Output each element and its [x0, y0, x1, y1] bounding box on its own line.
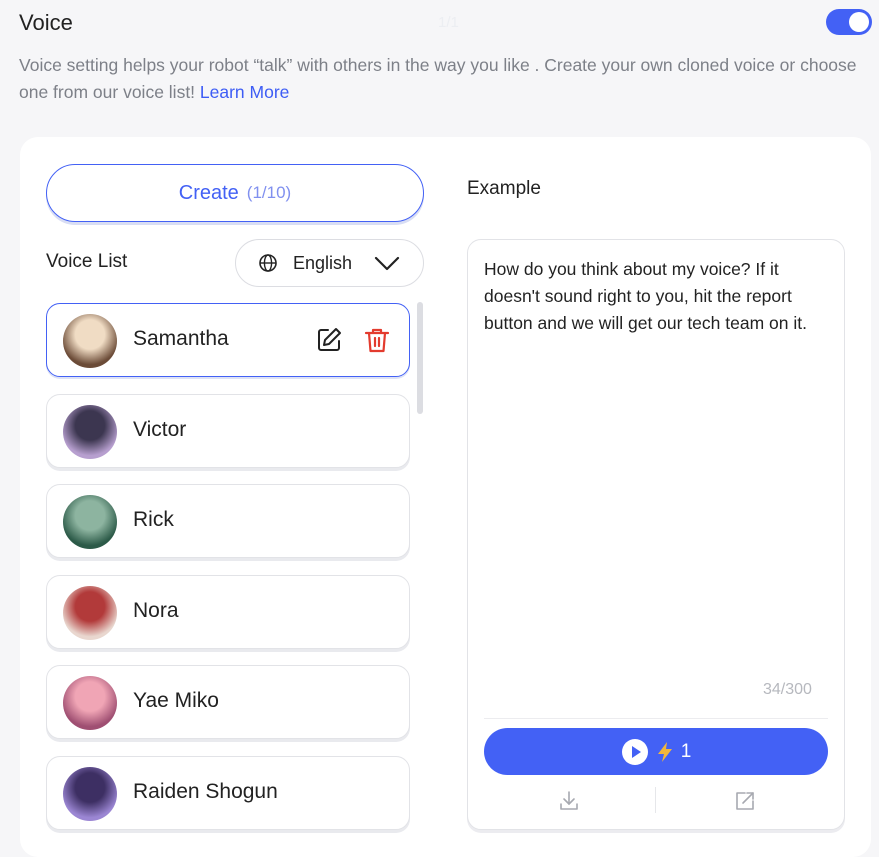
voice-item[interactable]: Yae Miko	[46, 665, 410, 739]
description-text: Voice setting helps your robot “talk” wi…	[19, 55, 857, 102]
avatar	[63, 314, 117, 368]
voice-enabled-toggle[interactable]	[826, 9, 872, 35]
character-count: 34/300	[763, 681, 812, 698]
language-value: English	[293, 253, 353, 273]
lightning-icon	[657, 741, 672, 762]
share-icon[interactable]	[734, 790, 756, 812]
learn-more-link[interactable]: Learn More	[200, 82, 290, 102]
globe-icon	[259, 254, 277, 272]
voice-name: Rick	[133, 508, 174, 531]
language-select[interactable]: English	[235, 239, 424, 287]
chevron-down-icon	[374, 256, 400, 271]
voice-item[interactable]: Raiden Shogun	[46, 756, 410, 830]
play-preview-button[interactable]: 1	[484, 728, 828, 775]
edit-icon[interactable]	[315, 326, 343, 354]
action-divider	[655, 787, 656, 813]
avatar	[63, 586, 117, 640]
divider	[484, 718, 828, 719]
trash-icon[interactable]	[363, 326, 391, 354]
credit-cost: 1	[680, 740, 692, 762]
voice-item[interactable]: Nora	[46, 575, 410, 649]
voice-name: Yae Miko	[133, 689, 219, 712]
voice-name: Raiden Shogun	[133, 780, 278, 803]
voice-description: Voice setting helps your robot “talk” wi…	[19, 52, 875, 106]
avatar	[63, 767, 117, 821]
avatar	[63, 495, 117, 549]
download-icon[interactable]	[558, 790, 580, 812]
create-count: (1/10)	[246, 183, 292, 202]
voice-name: Victor	[133, 418, 187, 441]
voice-item[interactable]: Victor	[46, 394, 410, 468]
example-textarea[interactable]: How do you think about my voice? If it d…	[484, 256, 834, 337]
page-indicator: 1/1	[438, 14, 459, 31]
avatar	[63, 405, 117, 459]
voice-list-scrollbar[interactable]	[417, 302, 423, 414]
toggle-knob	[849, 12, 869, 32]
create-voice-button[interactable]: Create (1/10)	[46, 164, 424, 222]
create-button-label: Create	[178, 181, 239, 204]
voice-item[interactable]: Rick	[46, 484, 410, 558]
page-title: Voice	[19, 10, 73, 35]
example-label: Example	[467, 178, 541, 199]
voice-item[interactable]: Samantha	[46, 303, 410, 377]
avatar	[63, 676, 117, 730]
voice-list-label: Voice List	[46, 251, 128, 272]
voice-name: Nora	[133, 599, 179, 622]
voice-name: Samantha	[133, 327, 229, 350]
play-icon	[621, 738, 648, 765]
